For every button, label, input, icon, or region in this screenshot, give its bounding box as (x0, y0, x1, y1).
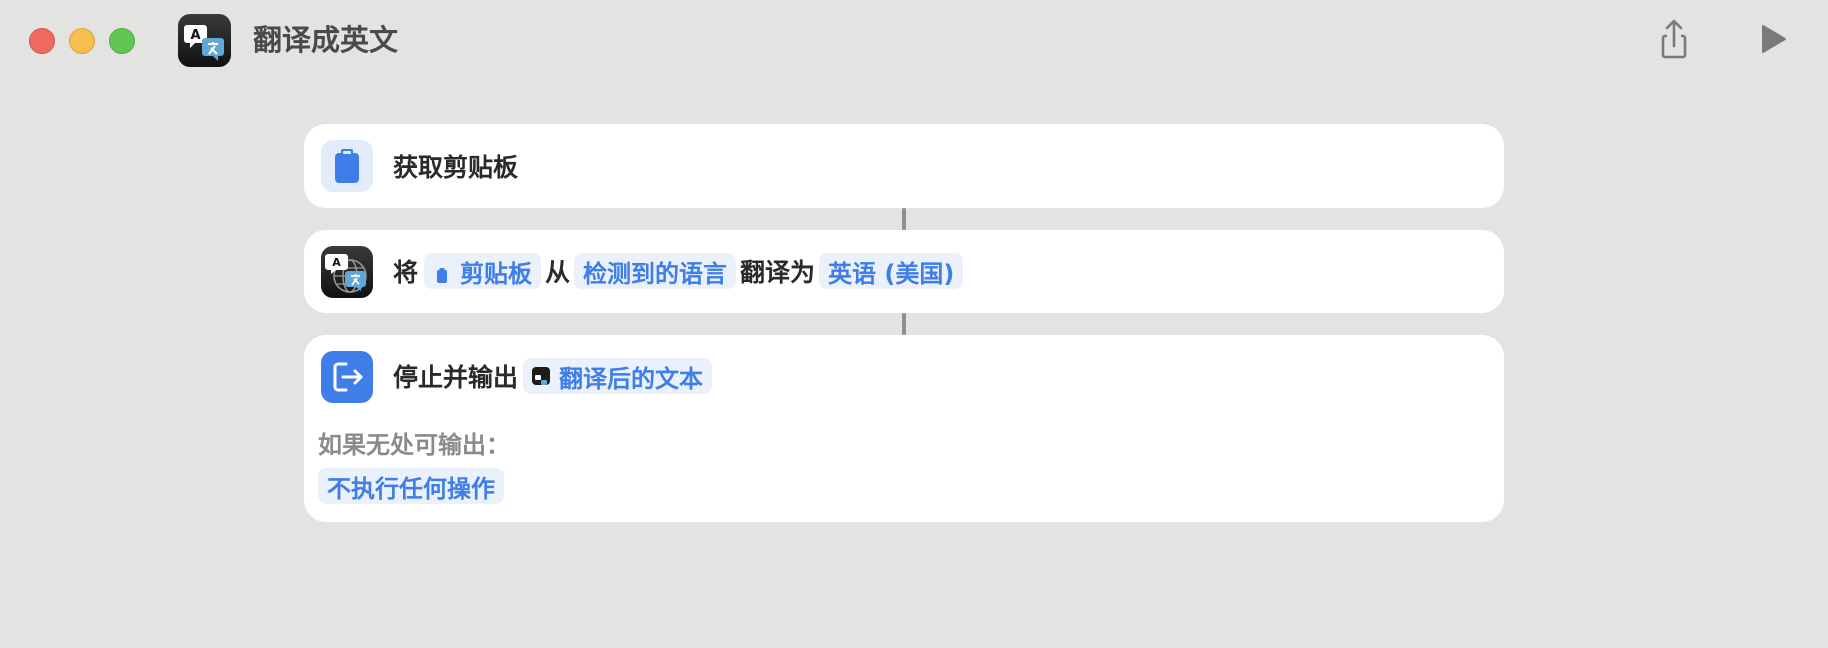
share-button[interactable] (1652, 18, 1696, 62)
action-stop-and-output[interactable]: 停止并输出 翻译后的文本 如果无处可输出： 不执行任何操作 (304, 335, 1504, 522)
action-connector (902, 208, 906, 230)
input-variable-token[interactable]: 剪贴板 (424, 253, 542, 289)
clipboard-icon (433, 262, 451, 283)
fallback-option-picker[interactable]: 不执行任何操作 (318, 468, 504, 504)
minimize-button[interactable] (69, 28, 95, 54)
action-title: 获取剪贴板 (393, 153, 519, 182)
exit-icon (321, 351, 373, 403)
share-icon (1661, 19, 1687, 59)
output-variable-token[interactable]: 翻译后的文本 (523, 358, 713, 394)
play-icon (1762, 25, 1786, 53)
fallback-label: 如果无处可输出： (318, 431, 510, 459)
clipboard-icon (321, 140, 373, 192)
fallback-row: 不执行任何操作 (314, 468, 508, 504)
close-button[interactable] (29, 28, 55, 54)
token-label: 剪贴板 (460, 259, 533, 288)
window-title: 翻译成英文 (253, 23, 399, 57)
to-word: 翻译为 (740, 258, 816, 287)
svg-text:A: A (190, 28, 200, 43)
action-get-clipboard[interactable]: 获取剪贴板 (304, 124, 1504, 208)
action-title: 停止并输出 (393, 363, 519, 392)
action-translate[interactable]: A 将 剪贴板 从 检测到的语言 翻译为 英语 (美国) (304, 230, 1504, 313)
source-language-picker[interactable]: 检测到的语言 (574, 253, 737, 289)
svg-text:A: A (332, 256, 341, 269)
shortcut-app-icon: A (178, 14, 231, 67)
token-label: 翻译后的文本 (559, 364, 704, 393)
title-bar: A 翻译成英文 (0, 0, 1828, 80)
action-connector (902, 313, 906, 335)
from-word: 从 (545, 258, 571, 287)
target-language-picker[interactable]: 英语 (美国) (819, 253, 964, 289)
translate-icon: A (321, 246, 373, 298)
translate-prefix: 将 (393, 258, 419, 287)
translate-icon (532, 367, 551, 385)
run-button[interactable] (1752, 18, 1796, 62)
zoom-button[interactable] (109, 28, 135, 54)
